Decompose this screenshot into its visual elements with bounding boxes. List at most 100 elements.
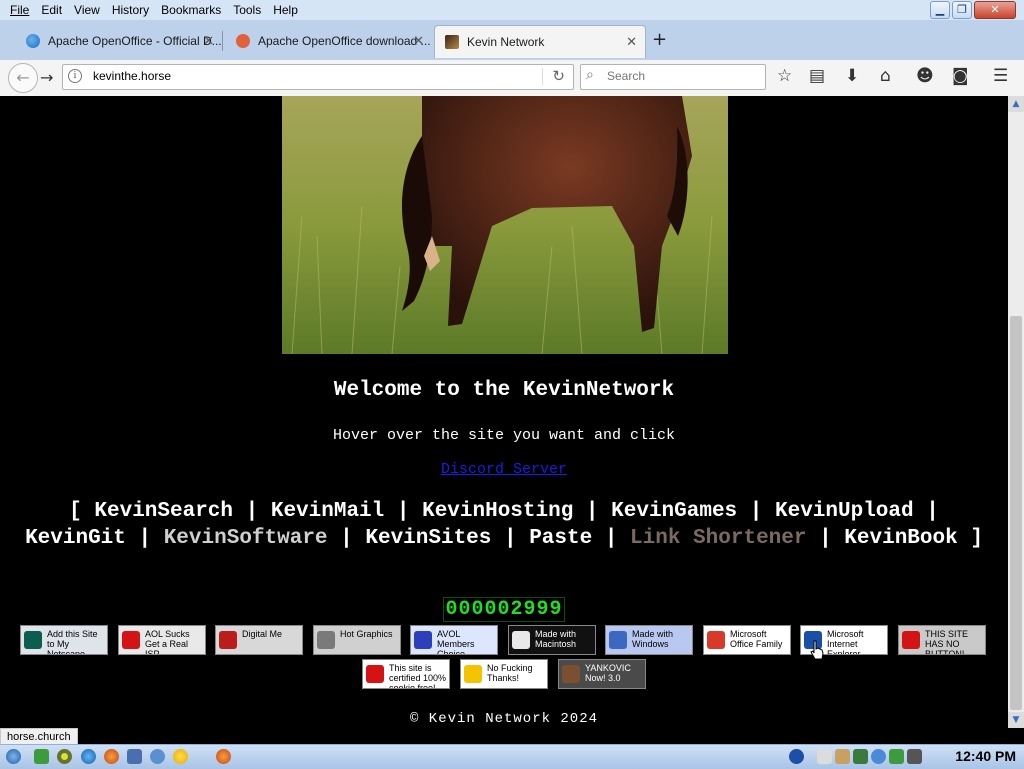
internet-explorer-icon[interactable] — [81, 749, 96, 764]
url-bar[interactable]: i kevinthe.horse ↻ — [62, 64, 574, 90]
search-bar[interactable]: ⌕ — [580, 64, 766, 90]
link-kevingit[interactable]: KevinGit — [25, 527, 138, 550]
help-tray-icon[interactable] — [789, 749, 804, 764]
tab-openoffice-official[interactable]: Apache OpenOffice - Official D... ✕ — [16, 25, 223, 57]
chat-icon[interactable]: ☻ — [916, 66, 934, 86]
button88x31-badge[interactable]: THIS SITE HAS NO BUTTON! — [898, 625, 986, 655]
menu-edit[interactable]: Edit — [35, 3, 68, 17]
explorer-icon[interactable] — [127, 749, 142, 764]
link-kevingames[interactable]: KevinGames — [611, 500, 750, 523]
menu-bar: File Edit View History Bookmarks Tools H… — [0, 0, 304, 20]
firefox-icon[interactable] — [104, 749, 119, 764]
tab-openoffice-download[interactable]: Apache OpenOffice download ... ✕ — [226, 25, 432, 57]
firefox-window-icon[interactable] — [216, 749, 231, 764]
button88x31-badge[interactable]: AVOL Members Choice — [410, 625, 498, 655]
instruction-text: Hover over the site you want and click — [332, 427, 676, 444]
link-kevinbook[interactable]: KevinBook — [844, 527, 970, 550]
badge-logo-icon — [512, 631, 530, 649]
link-paste[interactable]: Paste — [529, 527, 605, 550]
downloads-icon[interactable]: ⬇ — [845, 66, 859, 86]
separator: | — [926, 500, 939, 523]
battery-tray-icon[interactable] — [907, 749, 922, 764]
reading-list-icon[interactable]: ▤ — [809, 66, 825, 86]
button88x31-badge[interactable]: Digital Me — [215, 625, 303, 655]
menu-history[interactable]: History — [106, 3, 155, 17]
messenger-icon[interactable] — [173, 749, 188, 764]
vertical-scrollbar[interactable]: ▲ ▼ — [1008, 96, 1024, 728]
forward-button[interactable]: → — [40, 68, 53, 87]
badge-label: AVOL Members Choice — [437, 629, 475, 655]
chrome-icon[interactable] — [57, 749, 72, 764]
badge-label: Add this Site to My Netscape — [47, 629, 98, 655]
separator: | — [604, 527, 631, 550]
hit-counter: 000002999 — [0, 597, 1008, 622]
separator: | — [340, 527, 366, 550]
badge-label: This site is certified 100% cookie free! — [389, 663, 447, 689]
bookmark-star-icon[interactable]: ☆ — [777, 66, 792, 86]
button88x31-badge[interactable]: Add this Site to My Netscape — [20, 625, 108, 655]
url-text[interactable]: kevinthe.horse — [93, 69, 171, 83]
link-kevinmail[interactable]: KevinMail — [271, 500, 397, 523]
menu-icon[interactable]: ☰ — [993, 66, 1008, 86]
menu-bookmarks[interactable]: Bookmarks — [155, 3, 227, 17]
system-tray: 12:40 PM — [779, 745, 1024, 769]
taskbar: 12:40 PM — [0, 744, 1024, 769]
close-window-button[interactable]: ✕ — [974, 1, 1016, 19]
site-links: [ KevinSearch | KevinMail | KevinHosting… — [20, 498, 988, 552]
button88x31-badge[interactable]: This site is certified 100% cookie free! — [362, 659, 450, 689]
taskbar-app-icon[interactable] — [34, 749, 49, 764]
scroll-down-icon[interactable]: ▼ — [1008, 712, 1024, 728]
tab-bar: Apache OpenOffice - Official D... ✕ Apac… — [0, 20, 1024, 60]
pocket-icon[interactable]: ◙ — [952, 66, 969, 86]
badge-logo-icon — [562, 665, 580, 683]
link-link-shortener[interactable]: Link Shortener — [630, 527, 819, 550]
menu-view[interactable]: View — [68, 3, 106, 17]
badge-logo-icon — [464, 665, 482, 683]
button88x31-badge[interactable]: Made with Macintosh — [508, 625, 596, 655]
new-tab-button[interactable]: + — [652, 29, 667, 50]
tray-icon[interactable] — [817, 749, 832, 764]
restore-button[interactable]: ❐ — [952, 1, 972, 19]
minimize-button[interactable]: ▁ — [930, 1, 950, 19]
button88x31-badge[interactable]: Made with Windows — [605, 625, 693, 655]
menu-help[interactable]: Help — [267, 3, 304, 17]
tray-icon[interactable] — [853, 749, 868, 764]
back-button[interactable]: ← — [8, 63, 38, 93]
media-player-icon[interactable] — [150, 749, 165, 764]
link-kevinhosting[interactable]: KevinHosting — [422, 500, 586, 523]
link-kevinsoftware[interactable]: KevinSoftware — [164, 527, 340, 550]
link-kevinsites[interactable]: KevinSites — [365, 527, 504, 550]
search-input[interactable] — [605, 68, 759, 84]
badge-logo-icon — [317, 631, 335, 649]
button88x31-badge[interactable]: Hot Graphics — [313, 625, 401, 655]
discord-server-link[interactable]: Discord Server — [441, 461, 567, 478]
url-divider — [542, 68, 543, 85]
tab-kevin-network[interactable]: Kevin Network ✕ — [434, 25, 646, 58]
taskbar-clock[interactable]: 12:40 PM — [955, 748, 1016, 764]
button88x31-badge[interactable]: No Fucking Thanks! — [460, 659, 548, 689]
link-kevinsearch[interactable]: KevinSearch — [94, 500, 245, 523]
reload-icon[interactable]: ↻ — [552, 67, 565, 85]
badge-logo-icon — [414, 631, 432, 649]
separator: | — [138, 527, 164, 550]
close-tab-icon[interactable]: ✕ — [413, 34, 424, 49]
button88x31-badge[interactable]: Microsoft Office Family — [703, 625, 791, 655]
button88x31-badge[interactable]: YANKOVIC Now! 3.0 — [558, 659, 646, 689]
site-info-icon[interactable]: i — [68, 69, 82, 83]
start-button-icon[interactable] — [6, 749, 21, 764]
badge-row-1: Add this Site to My Netscape AOL Sucks Ge… — [20, 625, 990, 655]
tray-icon[interactable] — [835, 749, 850, 764]
close-tab-icon[interactable]: ✕ — [626, 35, 637, 50]
badge-label: Made with Macintosh — [535, 629, 577, 649]
home-icon[interactable]: ⌂ — [880, 66, 891, 86]
scroll-thumb[interactable] — [1010, 316, 1022, 710]
button88x31-badge[interactable]: AOL Sucks Get a Real ISP — [118, 625, 206, 655]
link-kevinupload[interactable]: KevinUpload — [775, 500, 926, 523]
menu-tools[interactable]: Tools — [227, 3, 267, 17]
close-tab-icon[interactable]: ✕ — [203, 34, 214, 49]
badge-label: YANKOVIC Now! 3.0 — [585, 663, 631, 683]
menu-file[interactable]: File — [4, 3, 35, 17]
network-tray-icon[interactable] — [871, 749, 886, 764]
scroll-up-icon[interactable]: ▲ — [1008, 96, 1024, 112]
tray-icon[interactable] — [889, 749, 904, 764]
